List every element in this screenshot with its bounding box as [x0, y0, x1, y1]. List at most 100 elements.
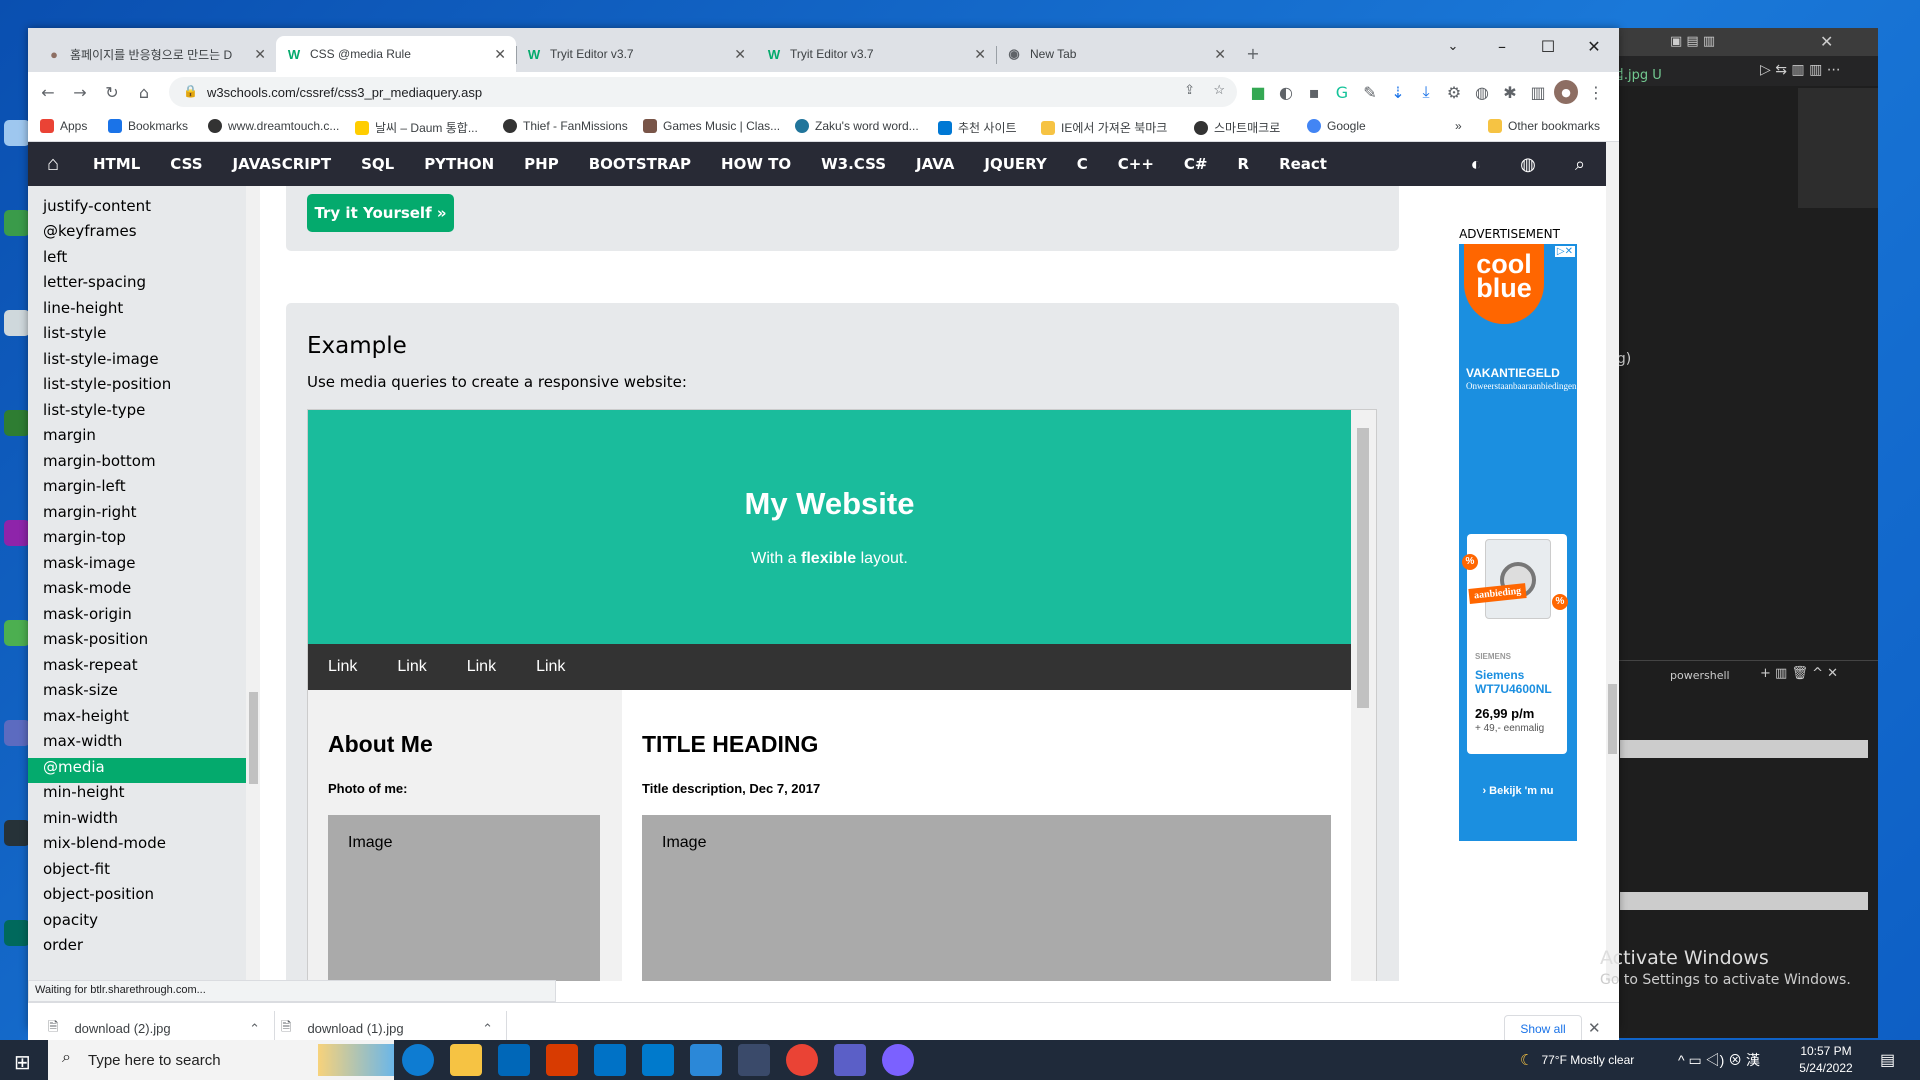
windows-start-icon[interactable]: ⊞ — [14, 1050, 31, 1075]
desktop-icon-recycle[interactable] — [0, 120, 30, 160]
pen-icon[interactable]: ✎ — [1358, 80, 1382, 104]
nav-c[interactable]: C — [1062, 155, 1103, 173]
system-tray-icons[interactable]: ^ ▭ ◁) ⊗ 漢 — [1678, 1040, 1760, 1080]
puzzle-icon[interactable]: ✱ — [1498, 80, 1522, 104]
chrome-icon[interactable] — [786, 1044, 818, 1076]
sidebar-item[interactable]: isolation — [28, 186, 246, 197]
tab-korean[interactable]: ● 홈페이지를 반응형으로 만드는 D ✕ — [36, 36, 276, 72]
back-icon[interactable]: ← — [36, 80, 60, 104]
reload-icon[interactable]: ↻ — [100, 80, 124, 104]
maximize-icon[interactable]: ☐ — [1525, 28, 1571, 64]
bookmark-ie-folder[interactable]: IE에서 가져온 북마크 — [1041, 119, 1167, 136]
demo-link[interactable]: Link — [447, 658, 516, 676]
adchoices-icon[interactable]: ▷✕ — [1554, 246, 1575, 257]
tab-tryit-1[interactable]: W Tryit Editor v3.7 ✕ — [516, 36, 756, 72]
close-icon[interactable]: ✕ — [254, 46, 266, 63]
bookmark-google[interactable]: Google — [1307, 119, 1366, 133]
nav-cpp[interactable]: C++ — [1103, 155, 1169, 173]
sidebar-item[interactable]: list-style-type — [28, 401, 246, 427]
layout-icon[interactable]: ▣ ▤ ▥ — [1670, 34, 1715, 49]
try-it-button[interactable]: Try it Yourself » — [307, 194, 454, 232]
extension-icon-3[interactable]: ▪ — [1302, 80, 1326, 104]
bookmark-recommend[interactable]: 추천 사이트 — [938, 119, 1017, 136]
nav-java[interactable]: JAVA — [901, 155, 969, 173]
tab-new[interactable]: ◉ New Tab ✕ — [996, 36, 1236, 72]
address-bar[interactable]: 🔒 w3schools.com/cssref/css3_pr_mediaquer… — [169, 77, 1237, 107]
sidebar-item[interactable]: margin-left — [28, 477, 246, 503]
bookmark-bookmarks[interactable]: Bookmarks — [108, 119, 188, 133]
sidebar-item[interactable]: order — [28, 936, 246, 962]
chat-icon[interactable] — [882, 1044, 914, 1076]
minimize-icon[interactable]: – — [1479, 28, 1525, 64]
clock[interactable]: 10:57 PM 5/24/2022 — [1786, 1043, 1866, 1077]
desktop-icon-pro[interactable] — [0, 920, 30, 960]
lock-icon[interactable]: 🔒 — [183, 84, 198, 98]
store-icon[interactable] — [498, 1044, 530, 1076]
nav-howto[interactable]: HOW TO — [706, 155, 806, 173]
sidebar-scrollbar[interactable] — [246, 186, 260, 981]
desktop-icon-chrome[interactable] — [0, 620, 30, 660]
sidebar-item[interactable]: mix-blend-mode — [28, 834, 246, 860]
bookmark-daum[interactable]: 날씨 – Daum 통합... — [355, 119, 478, 136]
bookmark-smartmacro[interactable]: 스마트매크로 — [1194, 119, 1280, 136]
nav-sql[interactable]: SQL — [346, 155, 409, 173]
page-scrollbar[interactable] — [1606, 142, 1619, 981]
desktop-icon-gog[interactable] — [0, 520, 30, 560]
avatar[interactable]: ● — [1554, 80, 1578, 104]
bookmark-thief[interactable]: Thief - FanMissions — [503, 119, 628, 133]
nav-csharp[interactable]: C# — [1169, 155, 1223, 173]
coolblue-ad[interactable]: cool blue ▷✕ VAKANTIEGELD Onweerstaanbaa… — [1459, 244, 1577, 841]
close-icon[interactable]: ✕ — [734, 46, 746, 63]
sidebar-item[interactable]: mask-size — [28, 681, 246, 707]
sidebar-item[interactable]: margin-top — [28, 528, 246, 554]
desktop-icon-geforce[interactable] — [0, 410, 30, 450]
close-icon[interactable]: ✕ — [1214, 46, 1226, 63]
desktop-icon-clip[interactable] — [0, 310, 30, 350]
theme-icon[interactable]: ◐ — [1450, 154, 1502, 175]
sidebar-item[interactable]: margin — [28, 426, 246, 452]
sidebar-item[interactable]: object-fit — [28, 860, 246, 886]
globe-icon[interactable]: ◍ — [1502, 154, 1554, 175]
sidepanel-icon[interactable]: ▥ — [1526, 80, 1550, 104]
sidebar-item[interactable]: left — [28, 248, 246, 274]
sidebar-item[interactable]: letter-spacing — [28, 273, 246, 299]
bookmark-apps[interactable]: Apps — [40, 119, 87, 133]
nav-php[interactable]: PHP — [509, 155, 574, 173]
translate-icon[interactable]: ⇣ — [1386, 80, 1410, 104]
tab-css-media[interactable]: W CSS @media Rule ✕ — [276, 36, 516, 72]
sidebar-scroll-thumb[interactable] — [249, 692, 258, 784]
menu-icon[interactable]: ⋮ — [1584, 80, 1608, 104]
sidebar-item[interactable]: @keyframes — [28, 222, 246, 248]
sidebar-item[interactable]: mask-origin — [28, 605, 246, 631]
weather-widget[interactable]: ☾ 77°F Mostly clear — [1520, 1040, 1634, 1080]
sidebar-item[interactable]: justify-content — [28, 197, 246, 223]
file-explorer-icon[interactable] — [450, 1044, 482, 1076]
terminal-label[interactable]: powershell — [1670, 669, 1730, 682]
nav-css[interactable]: CSS — [155, 155, 217, 173]
demo-link[interactable]: Link — [377, 658, 446, 676]
demo-link[interactable]: Link — [516, 658, 585, 676]
desktop-icon-obs[interactable] — [0, 820, 30, 860]
close-icon[interactable]: ✕ — [494, 46, 506, 63]
nav-r[interactable]: R — [1223, 155, 1265, 173]
notification-icon[interactable]: ▤ — [1880, 1050, 1895, 1070]
sidebar-item[interactable]: list-style — [28, 324, 246, 350]
vscode-icon[interactable] — [642, 1044, 674, 1076]
sidebar-item[interactable]: list-style-position — [28, 375, 246, 401]
bookmark-other[interactable]: Other bookmarks — [1488, 119, 1600, 133]
tab-tryit-2[interactable]: W Tryit Editor v3.7 ✕ — [756, 36, 996, 72]
iframe-scroll-thumb[interactable] — [1357, 428, 1369, 708]
sidebar-item[interactable]: margin-bottom — [28, 452, 246, 478]
grammarly-icon[interactable]: G — [1330, 80, 1354, 104]
notepad-icon[interactable] — [690, 1044, 722, 1076]
mail-icon[interactable] — [594, 1044, 626, 1076]
download-icon[interactable]: ⤓ — [1414, 80, 1438, 104]
extension-icon-5[interactable]: ◍ — [1470, 80, 1494, 104]
sidebar-item[interactable]: mask-repeat — [28, 656, 246, 682]
close-download-bar-icon[interactable]: ✕ — [1588, 1019, 1601, 1037]
edge-icon[interactable] — [402, 1044, 434, 1076]
close-icon[interactable]: ✕ — [974, 46, 986, 63]
sidebar-item[interactable]: object-position — [28, 885, 246, 911]
vscode-close-icon[interactable]: ✕ — [1820, 32, 1833, 51]
window-close-icon[interactable]: ✕ — [1571, 28, 1617, 64]
